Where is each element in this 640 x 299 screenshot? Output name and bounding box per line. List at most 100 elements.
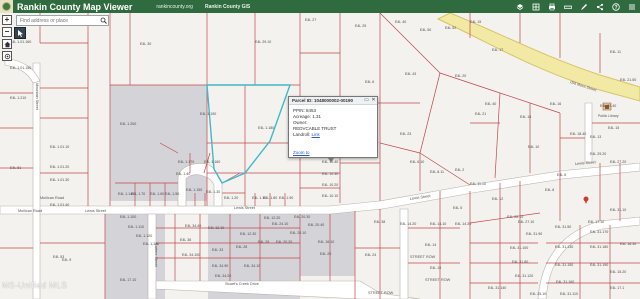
parcel-label: E4L 14.30	[455, 222, 471, 226]
mls-watermark: MS-Unified MLS	[2, 281, 68, 290]
zoom-to-link[interactable]: Zoom to	[293, 150, 310, 155]
zoom-out-button[interactable]: −	[2, 27, 12, 37]
zoom-in-button[interactable]: +	[2, 15, 12, 25]
parcel-label: E4L 17.10	[588, 220, 604, 224]
popup-body: PPIN: 8453 Acreage: 1.31 Owner: REDVCABL…	[289, 105, 377, 138]
parcel-label: E4L 25	[355, 24, 366, 28]
parcel-label: E4L 23	[400, 132, 411, 136]
measure-icon[interactable]	[563, 2, 572, 11]
parcel-label: E4L 16.10	[318, 240, 334, 244]
parcel-label: E4L 1.01.30	[50, 178, 69, 182]
parcel-label: E4L 31.150	[555, 263, 573, 267]
close-icon[interactable]: ✕	[370, 97, 377, 104]
draw-icon[interactable]	[579, 2, 588, 11]
road-label: Mullican Road	[18, 209, 42, 213]
menu-icon[interactable]	[627, 2, 636, 11]
popup-landroll-label: Landroll:	[293, 132, 311, 137]
parcel-label: E4L 52	[445, 26, 456, 30]
help-icon[interactable]: ?	[611, 2, 620, 11]
parcel-label: E4L 30	[140, 42, 151, 46]
landroll-link[interactable]: Link	[312, 132, 320, 137]
poi-label: Public Library	[598, 114, 619, 118]
parcel-label: E4L 6	[365, 80, 374, 84]
parcel-label: E4L 14	[425, 243, 436, 247]
parcel-label: E4L 15.20	[610, 270, 626, 274]
parcel-label: E4L 50	[420, 28, 431, 32]
parcel-label: E4L 6.10	[410, 160, 424, 164]
parcel-label: E4L 1.70	[131, 192, 145, 196]
road-label: Stuart's Creek Drive	[225, 282, 259, 286]
parcel-label: E4L 31.130	[555, 245, 573, 249]
svg-text:?: ?	[614, 4, 617, 10]
parcel-label: E4L 1.190	[200, 112, 216, 116]
parcel-label: E4L 10	[430, 266, 441, 270]
parcel-label: E4L 1.01.10	[50, 145, 69, 149]
parcel-label: E4L 21	[475, 112, 486, 116]
share-icon[interactable]	[595, 2, 604, 11]
parcel-label: E4L 21.50	[620, 78, 636, 82]
parcel-label: E4L 34.100	[182, 253, 200, 257]
parcel-label: E4L 20.30	[294, 215, 310, 219]
search-box	[16, 15, 109, 26]
parcel-label: E4L 1.60	[150, 192, 164, 196]
parcel-label: E4L 23.40	[600, 104, 616, 108]
parcel-label: E4L 16	[550, 102, 561, 106]
parcel-label: E4L 6	[557, 173, 566, 177]
parcel-label: E4L 27	[305, 18, 316, 22]
parcel-label: E4L 13	[590, 135, 601, 139]
shaded-parcel	[110, 85, 207, 201]
parcel-label: E4L 34.40	[185, 224, 201, 228]
parcel-label: E4L 51	[10, 166, 21, 170]
parcel-label: E4L 31.190	[590, 263, 608, 267]
road-label: Carters Street	[154, 243, 158, 268]
parcel-label: E4L 2	[455, 168, 464, 172]
parcel-label: E4L 33	[212, 248, 223, 252]
area-label: STREET ROW	[425, 278, 451, 282]
selection-tool-icon[interactable]	[14, 27, 26, 39]
parcel-label: E4L 1.100	[120, 215, 136, 219]
parcel-label: E4L 1.40	[176, 172, 190, 176]
parcel-label: E4L 27.10	[518, 220, 534, 224]
parcel-label: E4L 1.30	[206, 190, 220, 194]
parcel-label: E4L 20.20	[276, 240, 292, 244]
parcel-label: E4L 14.10	[430, 222, 446, 226]
parcel-label: E4L 15	[470, 20, 481, 24]
home-icon[interactable]	[2, 39, 12, 49]
parcel-label: E4L 11	[610, 50, 621, 54]
parcel-label: E4L 25.10	[530, 292, 546, 296]
print-icon[interactable]	[547, 2, 556, 11]
parcel-label: E4L 18.40	[570, 132, 586, 136]
locate-icon[interactable]	[2, 51, 12, 61]
parcel-label: E4L 8.11	[430, 170, 444, 174]
parcel-label: E4L 1.150	[186, 188, 202, 192]
parcel-label: E4L 17	[492, 48, 503, 52]
parcel-label: E4L 31.110	[560, 292, 578, 296]
parcel-label: E4L 27.20	[610, 160, 626, 164]
parcel-label: E4L 1.01.150	[10, 66, 31, 70]
popup-header: Parcel ID: 1048000002-00190 ▭ ✕	[289, 97, 377, 105]
parcel-label: E4L 31.100	[510, 246, 528, 250]
search-icon[interactable]	[98, 16, 108, 25]
parcel-label: E4L 31.170	[590, 230, 608, 234]
link-rankincounty[interactable]: rankincounty.org	[156, 4, 193, 10]
parcel-label: E4L 34.10	[244, 264, 260, 268]
parcel-label: E4L 1.01.160	[10, 40, 31, 44]
search-input[interactable]	[17, 16, 98, 25]
road-label: Lewis Street	[234, 206, 256, 210]
parcel-label: E4L 1.90	[279, 196, 293, 200]
maximize-icon[interactable]: ▭	[363, 97, 370, 104]
area-label: STREET ROW	[410, 255, 436, 259]
road-label: Mountain Street	[35, 83, 39, 111]
link-rankin-gis[interactable]: Rankin County GIS	[205, 4, 250, 10]
parcel-label: E4L 1.170	[178, 160, 194, 164]
layers-icon[interactable]	[515, 2, 524, 11]
parcel-label: E4L 36	[180, 238, 191, 242]
parcel-label: E4L 14.20	[400, 222, 416, 226]
parcel-label: E4L 29.10	[255, 40, 271, 44]
basemap-icon[interactable]	[531, 2, 540, 11]
parcel-label: E4L 53	[53, 255, 64, 259]
header-bar: Rankin County Map Viewer rankincounty.or…	[0, 0, 640, 13]
parcel-label: E4L 1.20	[224, 196, 238, 200]
parcel-label: E4L 15	[608, 126, 619, 130]
parcel-label: E4L 38	[374, 220, 385, 224]
